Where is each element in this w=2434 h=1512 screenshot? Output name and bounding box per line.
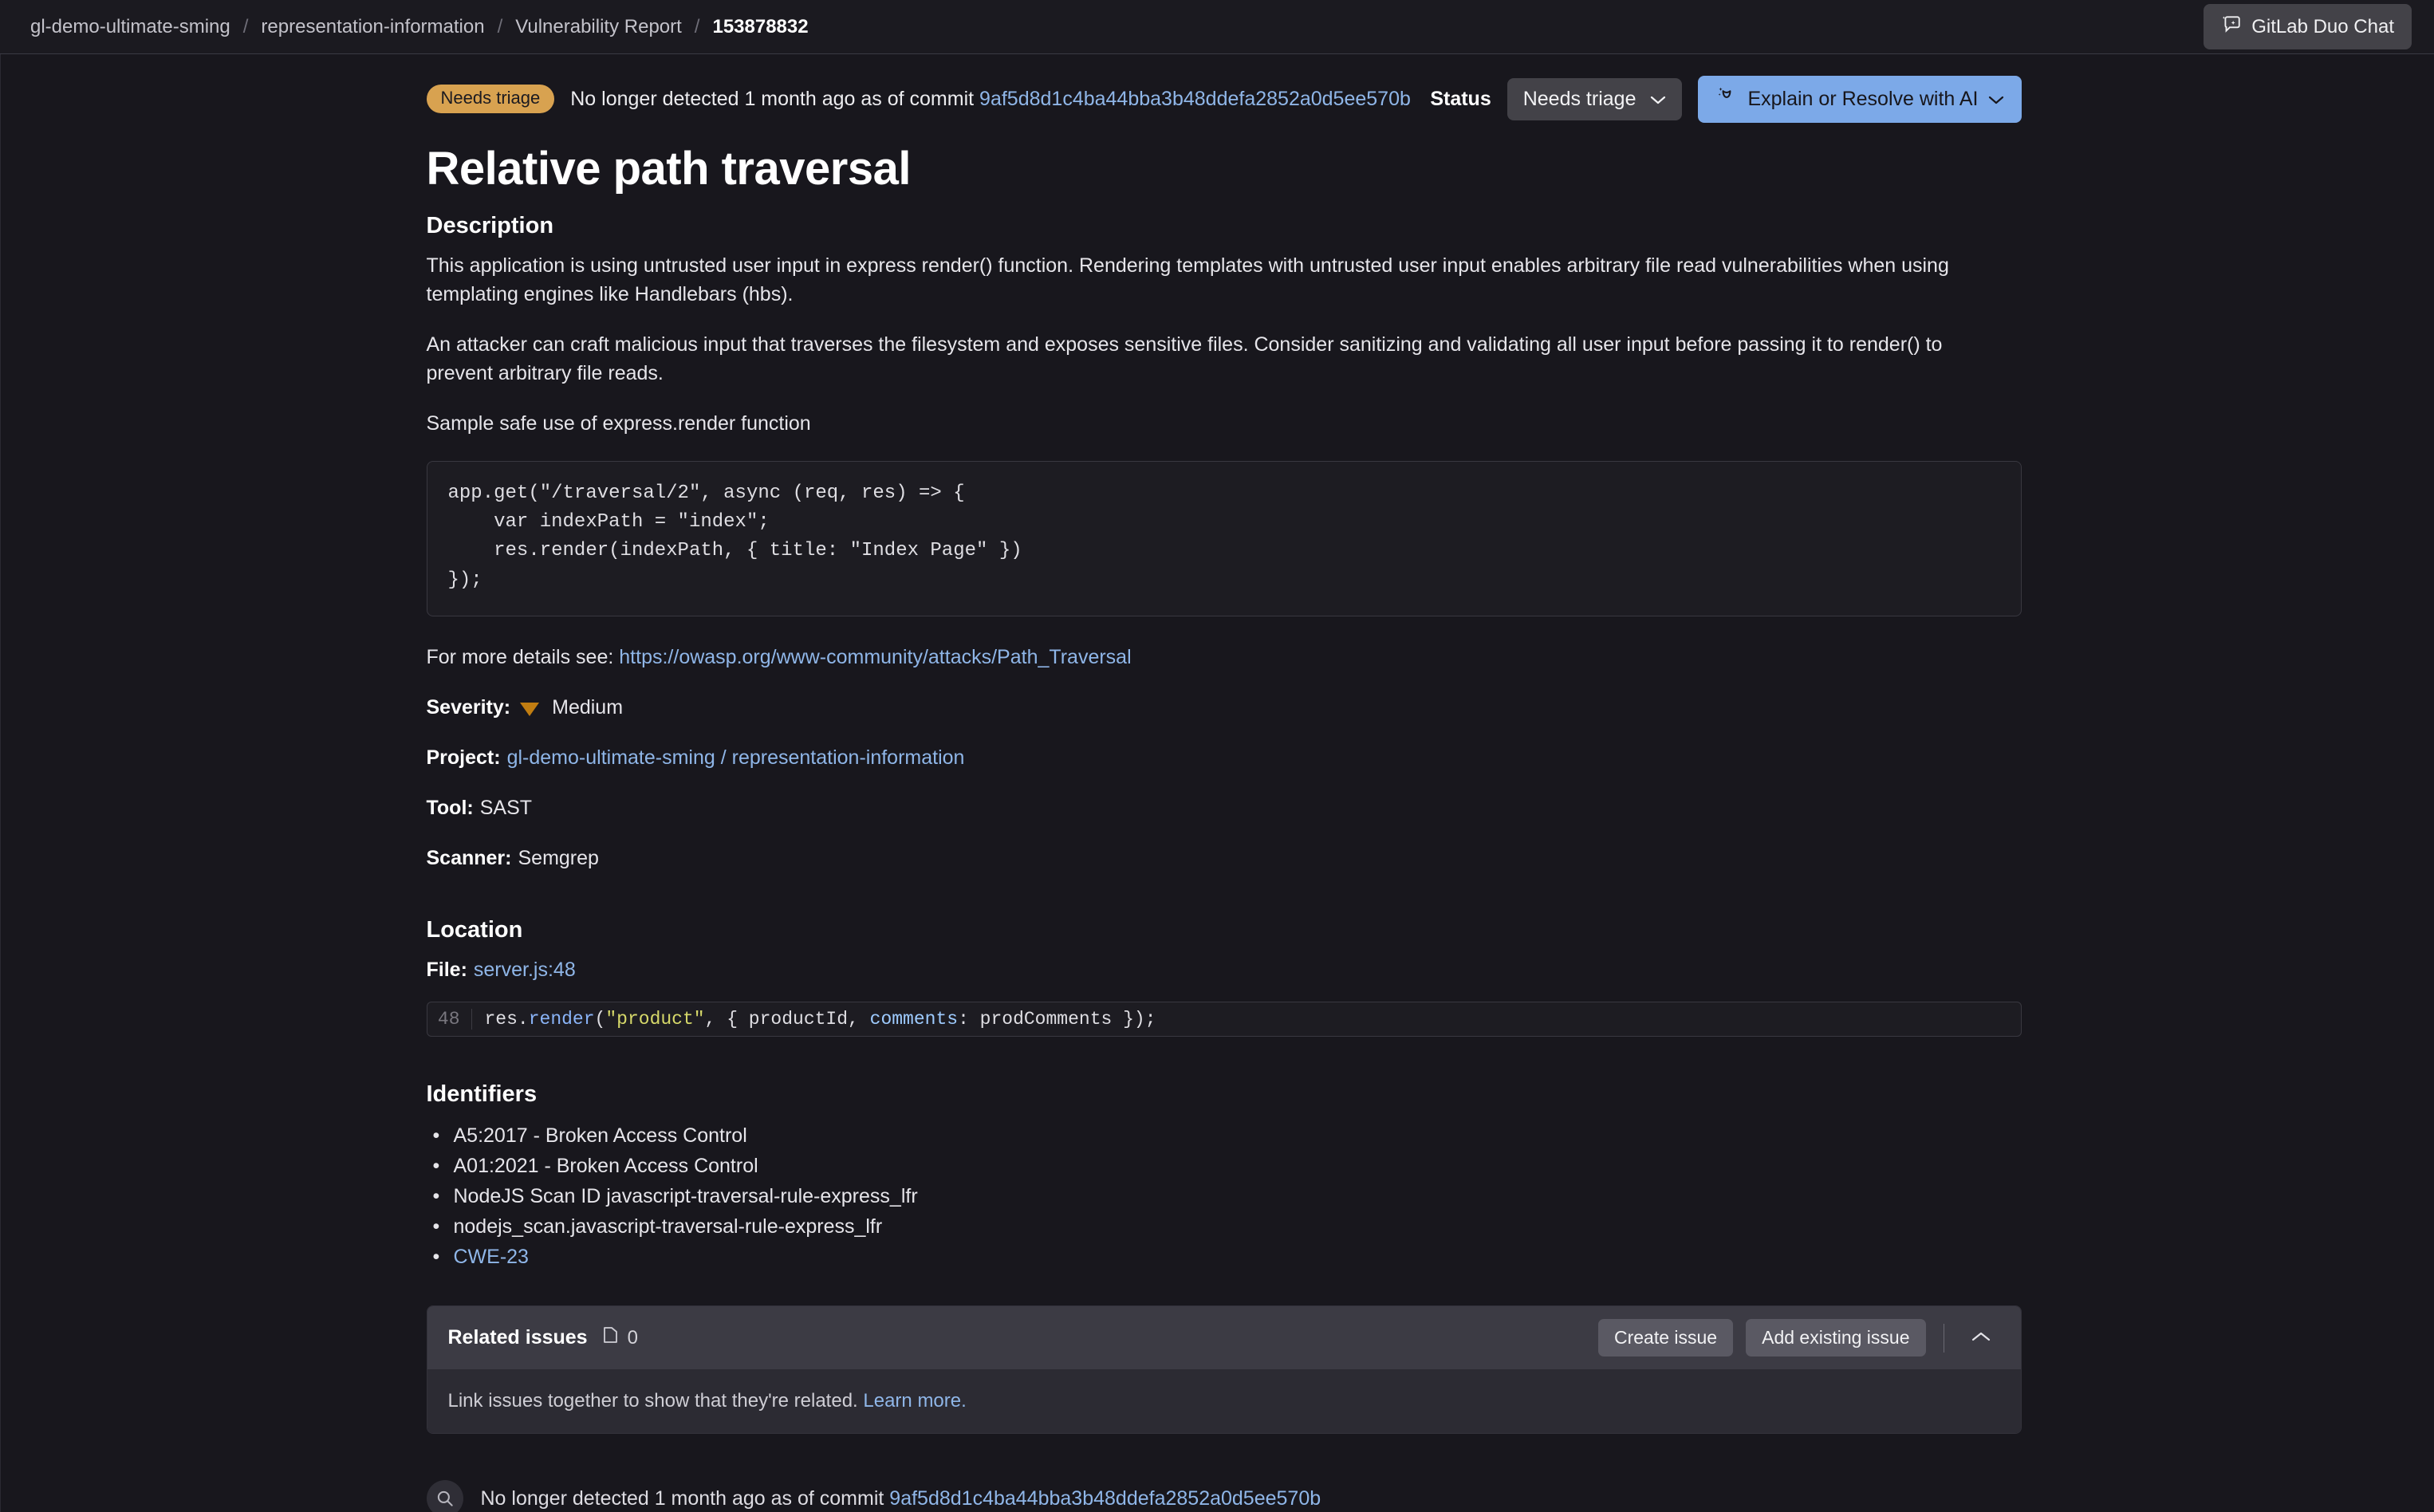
severity-line: Severity: Medium [427, 694, 2022, 722]
description-paragraph-2: An attacker can craft malicious input th… [426, 333, 1943, 384]
code-line-content: res.render("product", { productId, comme… [472, 1009, 1156, 1030]
page-title: Relative path traversal [426, 143, 912, 195]
identifier-item: nodejs_scan.javascript-traversal-rule-ex… [427, 1211, 2022, 1242]
severity-medium-triangle-icon [520, 703, 540, 717]
chevron-down-icon [1988, 88, 2004, 111]
chevron-up-icon [1971, 1331, 1991, 1345]
identifiers-heading: Identifiers [426, 1081, 538, 1108]
related-issues-empty-state: Link issues together to show that they'r… [427, 1369, 2021, 1434]
activity-text: No longer detected 1 month ago as of com… [481, 1487, 1321, 1510]
code-token-plain: , { productId, [704, 1009, 870, 1030]
related-issues-header: Related issues 0 Create issue Add existi… [427, 1306, 2021, 1370]
collapse-related-issues-button[interactable] [1962, 1326, 2000, 1350]
activity-commit-link[interactable]: 9af5d8d1c4ba44bba3b48ddefa2852a0d5ee570b [889, 1487, 1321, 1510]
breadcrumb-separator: / [497, 15, 503, 37]
breadcrumb-separator: / [242, 15, 249, 37]
scanner-label: Scanner: [426, 847, 512, 870]
status-row: Needs triage No longer detected 1 month … [426, 73, 2022, 124]
breadcrumb-item-vulnerability-report[interactable]: Vulnerability Report [515, 16, 682, 38]
owasp-reference-link[interactable]: https://owasp.org/www-community/attacks/… [619, 644, 1131, 671]
page-container: Needs triage No longer detected 1 month … [0, 54, 2434, 1512]
file-line: File: server.js:48 [427, 956, 2022, 984]
scanner-line: Scanner: Semgrep [427, 845, 2022, 872]
detection-status-text: No longer detected 1 month ago as of com… [570, 88, 1411, 111]
related-issues-title: Related issues [447, 1326, 588, 1349]
code-token-keyword: comments [869, 1009, 959, 1030]
sample-code-block: app.get("/traversal/2", async (req, res)… [426, 460, 2022, 617]
code-token-string: "product" [605, 1009, 705, 1030]
chevron-down-icon [1650, 88, 1666, 111]
tool-label: Tool: [426, 797, 474, 820]
breadcrumb-item-project[interactable]: representation-information [261, 16, 484, 38]
description-heading: Description [426, 213, 554, 238]
severity-label: Severity: [426, 696, 511, 719]
file-label: File: [426, 959, 467, 982]
gitlab-duo-sparkle-icon [1715, 85, 1738, 113]
related-issues-card: Related issues 0 Create issue Add existi… [426, 1305, 2022, 1435]
identifier-item: A5:2017 - Broken Access Control [427, 1120, 2022, 1151]
more-details-line: For more details see: https://owasp.org/… [427, 644, 2022, 671]
status-field-label: Status [1430, 87, 1491, 110]
learn-more-link[interactable]: Learn more. [863, 1390, 966, 1412]
identifiers-list: A5:2017 - Broken Access ControlA01:2021 … [427, 1120, 2022, 1272]
identifier-link[interactable]: CWE-23 [454, 1246, 529, 1268]
tool-line: Tool: SAST [427, 794, 2022, 822]
status-controls: Status Needs triage Explain or Resolve w… [1430, 75, 2022, 123]
gitlab-duo-chat-label: GitLab Duo Chat [2251, 15, 2394, 37]
code-token-function: render [528, 1009, 595, 1030]
detection-status-label: No longer detected 1 month ago as of com… [570, 87, 975, 110]
status-badge: Needs triage [426, 85, 555, 113]
magnifier-scanner-icon [426, 1480, 463, 1512]
identifier-item[interactable]: CWE-23 [427, 1242, 2022, 1272]
content-column: Needs triage No longer detected 1 month … [426, 54, 2022, 1512]
project-link[interactable]: gl-demo-ultimate-sming / representation-… [507, 744, 965, 772]
description-paragraph-1: This application is using untrusted user… [426, 254, 1949, 305]
breadcrumb-item-group[interactable]: gl-demo-ultimate-sming [30, 16, 230, 38]
activity-row: No longer detected 1 month ago as of com… [426, 1480, 2022, 1512]
project-label: Project: [426, 746, 501, 770]
duo-chat-bubble-icon [2221, 14, 2242, 40]
more-details-label: For more details see: [426, 646, 614, 669]
related-issues-actions: Create issue Add existing issue [1597, 1319, 2000, 1357]
breadcrumb-separator: / [694, 15, 700, 37]
location-code-line[interactable]: 48 res.render("product", { productId, co… [426, 1002, 2022, 1038]
sample-label: Sample safe use of express.render functi… [426, 412, 811, 435]
related-issues-count: 0 [602, 1325, 638, 1350]
gitlab-duo-chat-button[interactable]: GitLab Duo Chat [2204, 4, 2412, 49]
code-token-plain: res. [484, 1009, 529, 1030]
code-token-plain: : prodComments }); [958, 1009, 1156, 1030]
explain-or-resolve-with-ai-button[interactable]: Explain or Resolve with AI [1698, 75, 2022, 123]
commit-sha-link[interactable]: 9af5d8d1c4ba44bba3b48ddefa2852a0d5ee570b [979, 88, 1411, 110]
identifier-item: NodeJS Scan ID javascript-traversal-rule… [427, 1181, 2022, 1211]
issue-card-icon [602, 1325, 620, 1350]
project-line: Project: gl-demo-ultimate-sming / repres… [427, 744, 2022, 772]
breadcrumb-bar: gl-demo-ultimate-sming / representation-… [0, 0, 2434, 54]
code-line-number: 48 [427, 1009, 472, 1030]
create-issue-button[interactable]: Create issue [1597, 1319, 1734, 1357]
severity-value: Medium [552, 696, 624, 719]
file-link[interactable]: server.js:48 [474, 956, 576, 984]
ai-button-label: Explain or Resolve with AI [1747, 87, 1979, 110]
code-token-plain: ( [594, 1009, 606, 1030]
scanner-value: Semgrep [518, 847, 599, 870]
status-dropdown[interactable]: Needs triage [1506, 77, 1683, 120]
tool-value: SAST [479, 797, 533, 820]
status-dropdown-value: Needs triage [1522, 87, 1636, 110]
breadcrumb-item-current: 153878832 [712, 15, 809, 37]
activity-label: No longer detected 1 month ago as of com… [480, 1486, 884, 1510]
location-heading: Location [426, 917, 523, 943]
related-issues-count-value: 0 [627, 1326, 638, 1349]
breadcrumb: gl-demo-ultimate-sming / representation-… [30, 16, 809, 38]
identifier-item: A01:2021 - Broken Access Control [427, 1151, 2022, 1181]
add-existing-issue-button[interactable]: Add existing issue [1746, 1319, 1926, 1357]
related-issues-empty-text: Link issues together to show that they'r… [447, 1390, 858, 1412]
